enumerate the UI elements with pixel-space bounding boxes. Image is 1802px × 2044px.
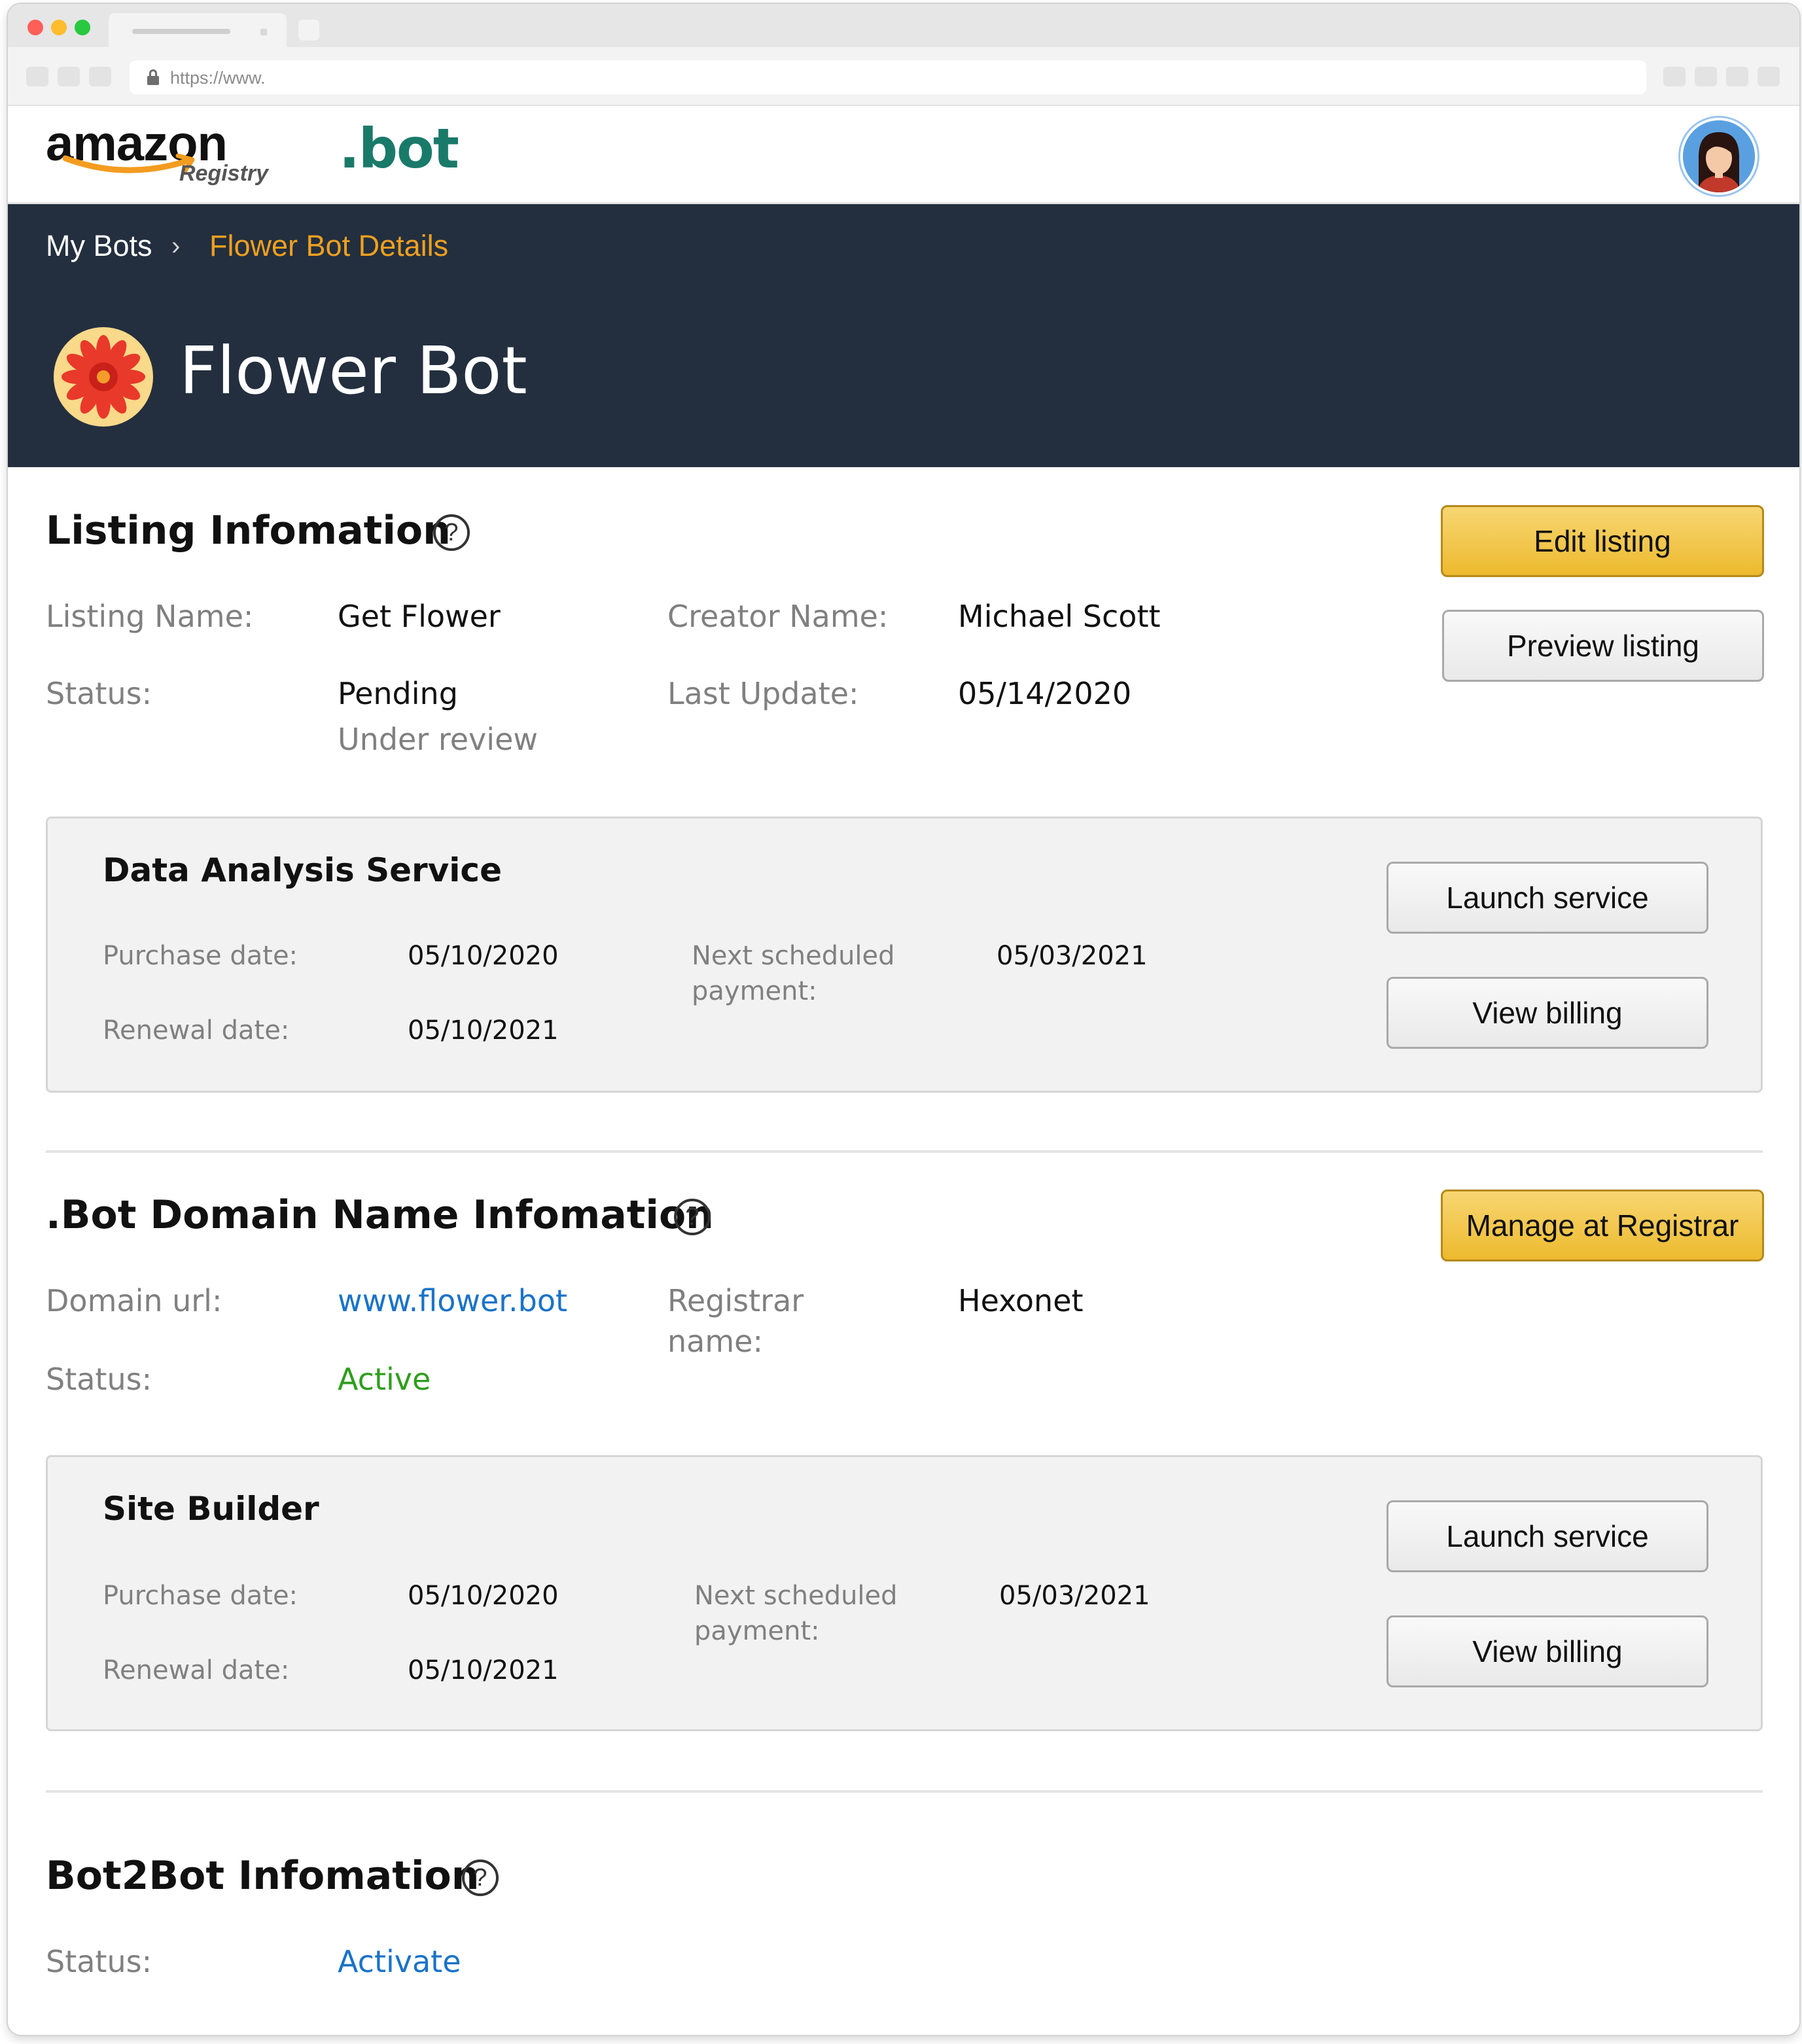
toolbar-button-3[interactable] [1726, 67, 1748, 86]
creator-name-value: Michael Scott [958, 599, 1161, 634]
renewal-date-label: Renewal date: [103, 1015, 290, 1046]
breadcrumb-current: Flower Bot Details [209, 229, 449, 262]
domain-url-label: Domain url: [46, 1283, 222, 1318]
last-update-value: 05/14/2020 [958, 676, 1132, 711]
amazon-registry-logo[interactable]: amazon Registry [46, 115, 294, 194]
close-window-button[interactable] [27, 20, 43, 35]
registrar-name-label-line1: Registrar [667, 1283, 804, 1318]
bot-logo[interactable]: .bot [339, 116, 459, 181]
purchase-date-value: 05/10/2020 [408, 941, 559, 971]
view-billing-button[interactable]: View billing [1387, 1615, 1708, 1687]
edit-listing-button[interactable]: Edit listing [1441, 505, 1764, 577]
tab-close-icon[interactable] [260, 29, 267, 35]
next-payment-value: 05/03/2021 [997, 941, 1148, 971]
purchase-date-value: 05/10/2020 [408, 1581, 559, 1611]
listing-name-value: Get Flower [338, 599, 501, 634]
bot2bot-info-heading: Bot2Bot Infomation [46, 1853, 480, 1899]
url-text: https://www. [170, 68, 266, 88]
section-divider [46, 1790, 1763, 1793]
next-payment-label-line1: Next scheduled [694, 1581, 898, 1611]
data-analysis-service-panel: Data Analysis Service Purchase date: 05/… [46, 817, 1763, 1093]
toolbar-button-1[interactable] [1663, 67, 1686, 86]
breadcrumb-my-bots[interactable]: My Bots [46, 229, 152, 263]
next-payment-label-line2: payment: [692, 976, 817, 1006]
flower-bot-icon [54, 327, 153, 427]
listing-name-label: Listing Name: [46, 599, 254, 634]
page-title: Flower Bot [179, 332, 527, 409]
launch-service-button[interactable]: Launch service [1387, 1500, 1708, 1572]
bot-hero-banner: My Bots › Flower Bot Details Flower Bot [8, 204, 1799, 467]
tab-title-placeholder [132, 29, 230, 34]
listing-status-value: Pending [338, 676, 458, 711]
site-builder-title: Site Builder [103, 1490, 319, 1528]
toolbar-button-2[interactable] [1695, 67, 1717, 86]
creator-name-label: Creator Name: [667, 599, 889, 634]
domain-status-value: Active [338, 1362, 431, 1397]
user-avatar[interactable] [1680, 118, 1758, 195]
address-bar[interactable]: https://www. [130, 60, 1646, 94]
browser-window: https://www. amazon Registry .bot My Bot… [8, 4, 1799, 2035]
renewal-date-value: 05/10/2021 [408, 1015, 559, 1046]
toolbar-button-4[interactable] [1758, 67, 1780, 86]
next-payment-label-line2: payment: [694, 1616, 820, 1646]
last-update-label: Last Update: [667, 676, 859, 711]
site-builder-panel: Site Builder Purchase date: 05/10/2020 R… [46, 1455, 1763, 1731]
bot2bot-status-label: Status: [46, 1944, 152, 1979]
new-tab-button[interactable] [298, 20, 319, 41]
renewal-date-value: 05/10/2021 [408, 1655, 559, 1685]
domain-info-heading: .Bot Domain Name Infomation [46, 1192, 714, 1238]
launch-service-button[interactable]: Launch service [1387, 862, 1708, 934]
next-payment-value: 05/03/2021 [999, 1581, 1150, 1611]
activate-bot2bot-link[interactable]: Activate [338, 1942, 461, 1981]
listing-status-label: Status: [46, 676, 152, 711]
browser-tab-bar [8, 4, 1799, 47]
domain-url-link[interactable]: www.flower.bot [338, 1281, 567, 1320]
reload-button[interactable] [89, 67, 111, 86]
site-header: amazon Registry .bot [8, 106, 1799, 204]
user-avatar-icon [1683, 120, 1755, 192]
renewal-date-label: Renewal date: [103, 1655, 290, 1685]
domain-status-label: Status: [46, 1362, 152, 1397]
lock-icon [147, 69, 160, 85]
manage-at-registrar-button[interactable]: Manage at Registrar [1441, 1189, 1764, 1261]
listing-help-icon[interactable]: ? [433, 514, 470, 551]
purchase-date-label: Purchase date: [103, 1581, 298, 1611]
data-analysis-service-title: Data Analysis Service [103, 851, 502, 889]
forward-button[interactable] [58, 67, 80, 86]
registrar-name-value: Hexonet [958, 1283, 1084, 1318]
maximize-window-button[interactable] [75, 20, 90, 35]
back-button[interactable] [26, 67, 48, 86]
purchase-date-label: Purchase date: [103, 941, 298, 971]
bot2bot-help-icon[interactable]: ? [462, 1859, 499, 1896]
registry-wordmark: Registry [179, 161, 269, 186]
domain-help-icon[interactable]: ? [674, 1199, 711, 1235]
registrar-name-label-line2: name: [667, 1324, 763, 1359]
listing-info-heading: Listing Infomation [46, 508, 451, 554]
section-divider [46, 1150, 1763, 1153]
listing-status-detail: Under review [338, 722, 538, 757]
browser-tab[interactable] [109, 13, 287, 47]
view-billing-button[interactable]: View billing [1387, 977, 1708, 1049]
minimize-window-button[interactable] [51, 20, 67, 35]
preview-listing-button[interactable]: Preview listing [1442, 610, 1764, 682]
breadcrumb-separator: › [171, 232, 181, 260]
next-payment-label-line1: Next scheduled [692, 941, 895, 971]
browser-toolbar: https://www. [8, 47, 1799, 106]
